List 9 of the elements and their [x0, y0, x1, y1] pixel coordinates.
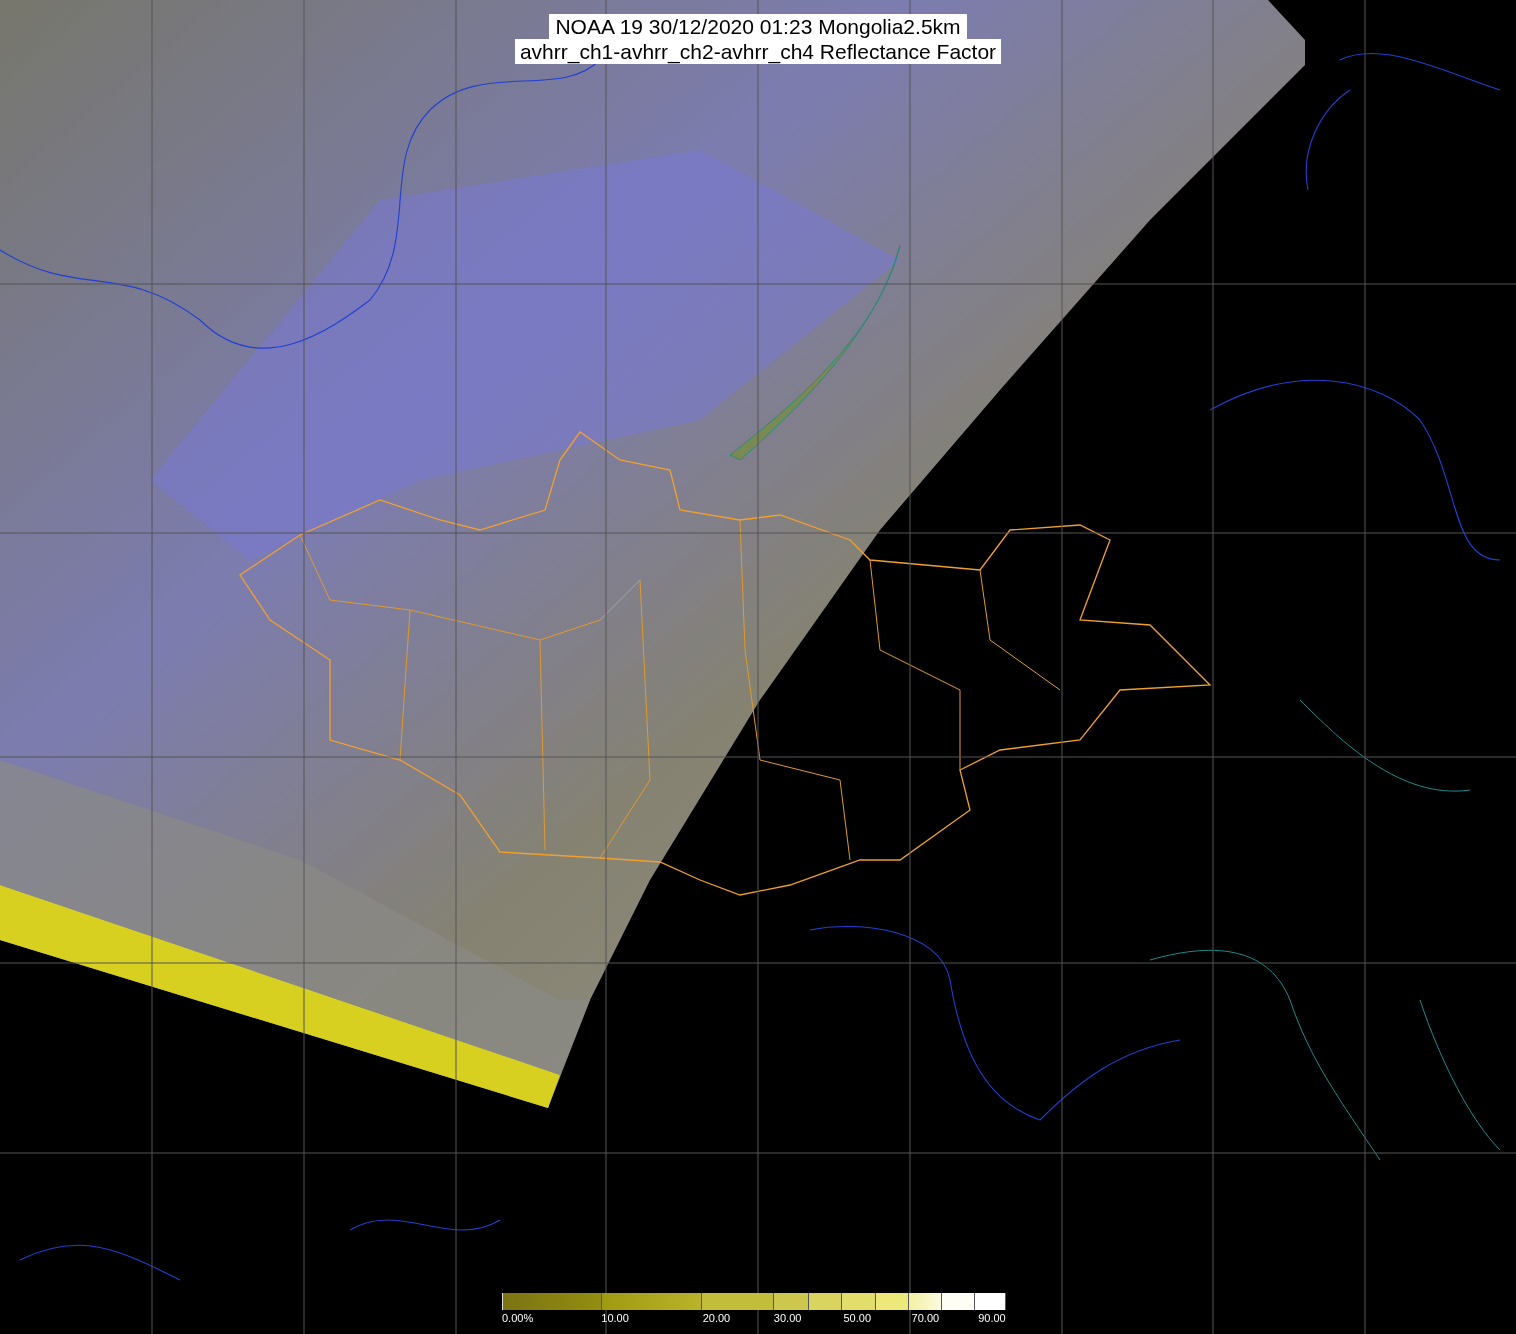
colorbar-tick-label: 30.00: [773, 1312, 802, 1324]
title-text: avhrr_ch1-avhrr_ch2-avhrr_ch4 Reflectance Factor: [514, 39, 1002, 64]
colorbar-tick-label: 70.00: [911, 1312, 940, 1324]
colorbar-tick-label: 20.00: [702, 1312, 731, 1324]
colorbar-tick-label: 50.00: [843, 1312, 872, 1324]
colorbar-tick-label: 0.00%: [502, 1312, 534, 1324]
colorbar-tick-label: 90.00: [978, 1312, 1006, 1324]
title-text: NOAA 19 30/12/2020 01:23 Mongolia2.5km: [549, 14, 967, 39]
colorbar-tick-label: 10.00: [601, 1312, 629, 1324]
